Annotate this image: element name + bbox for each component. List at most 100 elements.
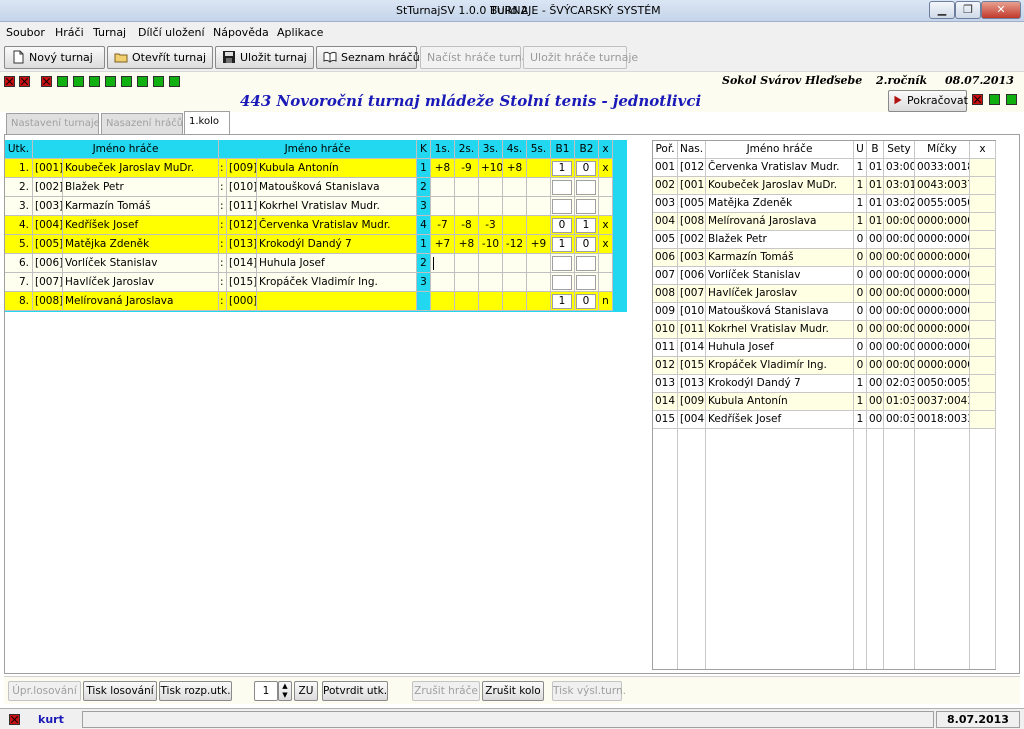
separator[interactable]: :: [219, 273, 227, 292]
match-row[interactable]: 6. [006] Vorlíček Stanislav: [014] Huhula Jo…: [5, 254, 627, 273]
menu-napoveda[interactable]: Nápověda: [213, 26, 269, 39]
player2-name[interactable]: Červenka Vratislav Mudr.: [257, 216, 417, 235]
save-tournament-players-button[interactable]: Uložit hráče turnaje: [523, 46, 638, 69]
adjust-draw-button[interactable]: Úpr.losování: [8, 681, 81, 701]
match-number[interactable]: 1.: [5, 159, 33, 178]
set-score-cell[interactable]: [455, 197, 479, 216]
player2-seed[interactable]: [014]: [227, 254, 257, 273]
maximize-icon[interactable]: ❐: [955, 1, 981, 19]
player2-seed[interactable]: [013]: [227, 235, 257, 254]
separator[interactable]: :: [219, 159, 227, 178]
standings-row[interactable]: 013 [013] Krokodýl Dandý 7 1 00 02:03 0050:005…: [653, 375, 997, 393]
player2-name[interactable]: [257, 292, 417, 311]
standings-row[interactable]: 014 [009] Kubula Antonín 1 00 01:03 0037:0043: [653, 393, 997, 411]
b1-points-box[interactable]: 0: [552, 218, 572, 233]
close-icon[interactable]: ✕: [981, 1, 1021, 19]
set-score-cell[interactable]: +10: [479, 159, 503, 178]
player-list-button[interactable]: Seznam hráčů: [316, 46, 420, 69]
standings-row[interactable]: 008 [007] Havlíček Jaroslav 0 00 00:00 0000:00…: [653, 285, 997, 303]
match-row[interactable]: 4. [004] Kedříšek Josef: [012] Červenka Vrat…: [5, 216, 627, 235]
set-score-cell[interactable]: [431, 178, 455, 197]
separator[interactable]: :: [219, 254, 227, 273]
standings-row[interactable]: 010 [011] Kokrhel Vratislav Mudr. 0 00 00:00 0…: [653, 321, 997, 339]
set-score-cell[interactable]: [431, 254, 455, 273]
match-row[interactable]: 5. [005] Matějka Zdeněk: [013] Krokodýl Dand…: [5, 235, 627, 254]
tab-tournament-settings[interactable]: Nastavení turnaje: [6, 113, 100, 134]
set-score-cell[interactable]: +8: [455, 235, 479, 254]
b1-points-box[interactable]: [552, 180, 572, 195]
b1-points-box[interactable]: [552, 275, 572, 290]
standings-row[interactable]: 007 [006] Vorlíček Stanislav 0 00 00:00 0000:0…: [653, 267, 997, 285]
chevron-up-icon[interactable]: ▲: [282, 682, 287, 690]
match-row[interactable]: 1. [001] Koubeček Jaroslav MuDr.: [009] Kubu…: [5, 159, 627, 178]
player2-seed[interactable]: [010]: [227, 178, 257, 197]
player2-seed[interactable]: [009]: [227, 159, 257, 178]
new-tournament-button[interactable]: Nový turnaj: [4, 46, 105, 69]
player1-name[interactable]: Melírovaná Jaroslava: [63, 292, 219, 311]
standings-row[interactable]: 003 [005] Matějka Zdeněk 1 01 03:02 0055:0050: [653, 195, 997, 213]
b1-points-box[interactable]: 1: [552, 294, 572, 309]
menu-aplikace[interactable]: Aplikace: [277, 26, 323, 39]
set-score-cell[interactable]: [479, 197, 503, 216]
player1-seed[interactable]: [003]: [33, 197, 63, 216]
match-number[interactable]: 4.: [5, 216, 33, 235]
set-score-cell[interactable]: [527, 159, 551, 178]
set-score-cell[interactable]: +7: [431, 235, 455, 254]
set-score-cell[interactable]: [503, 178, 527, 197]
separator[interactable]: :: [219, 216, 227, 235]
set-score-cell[interactable]: -10: [479, 235, 503, 254]
player1-name[interactable]: Vorlíček Stanislav: [63, 254, 219, 273]
continue-button[interactable]: Pokračovat: [888, 90, 968, 112]
set-score-cell[interactable]: [431, 292, 455, 311]
standings-row[interactable]: 006 [003] Karmazín Tomáš 0 00 00:00 0000:0000: [653, 249, 997, 267]
match-number[interactable]: 8.: [5, 292, 33, 311]
player2-name[interactable]: Huhula Josef: [257, 254, 417, 273]
set-score-cell[interactable]: [479, 292, 503, 311]
set-score-cell[interactable]: [527, 273, 551, 292]
menu-hraci[interactable]: Hráči: [55, 26, 84, 39]
print-draw-button[interactable]: Tisk losování: [83, 681, 157, 701]
player2-name[interactable]: Kubula Antonín: [257, 159, 417, 178]
player1-seed[interactable]: [001]: [33, 159, 63, 178]
minimize-icon[interactable]: ▁: [929, 1, 955, 19]
confirm-match-button[interactable]: Potvrdit utk.: [322, 681, 388, 701]
standings-row[interactable]: 011 [014] Huhula Josef 0 00 00:00 0000:0000: [653, 339, 997, 357]
player1-seed[interactable]: [004]: [33, 216, 63, 235]
standings-row[interactable]: 009 [010] Matoušková Stanislava 0 00 00:00 000…: [653, 303, 997, 321]
player2-name[interactable]: Matoušková Stanislava: [257, 178, 417, 197]
load-tournament-players-button[interactable]: Načíst hráče turnaje: [420, 46, 538, 69]
match-row[interactable]: 2. [002] Blažek Petr: [010] Matoušková Stani…: [5, 178, 627, 197]
b2-points-box[interactable]: 1: [576, 218, 596, 233]
b2-points-box[interactable]: [576, 199, 596, 214]
set-score-cell[interactable]: [503, 254, 527, 273]
open-tournament-button[interactable]: Otevřít turnaj: [107, 46, 213, 69]
set-score-cell[interactable]: -7: [431, 216, 455, 235]
player1-seed[interactable]: [007]: [33, 273, 63, 292]
save-tournament-button[interactable]: Uložit turnaj: [215, 46, 314, 69]
match-row[interactable]: 3. [003] Karmazín Tomáš: [011] Kokrhel Vrati…: [5, 197, 627, 216]
player2-name[interactable]: Kokrhel Vratislav Mudr.: [257, 197, 417, 216]
set-score-cell[interactable]: [527, 254, 551, 273]
print-results-button[interactable]: Tisk výsl.turn.: [552, 681, 626, 701]
standings-row[interactable]: 001 [012] Červenka Vratislav Mudr. 1 01 03:00…: [653, 159, 997, 177]
b1-points-box[interactable]: 1: [552, 161, 572, 176]
standings-row[interactable]: 015 [004] Kedříšek Josef 1 00 00:03 0018:0033: [653, 411, 997, 429]
player2-seed[interactable]: [012]: [227, 216, 257, 235]
separator[interactable]: :: [219, 178, 227, 197]
player1-seed[interactable]: [008]: [33, 292, 63, 311]
standings-row[interactable]: 012 [015] Kropáček Vladimír Ing. 0 00 00:00 00…: [653, 357, 997, 375]
player2-seed[interactable]: [015]: [227, 273, 257, 292]
standings-row[interactable]: 005 [002] Blažek Petr 0 00 00:00 0000:0000: [653, 231, 997, 249]
zu-button[interactable]: ZU: [294, 681, 318, 701]
set-score-cell[interactable]: [455, 254, 479, 273]
player2-name[interactable]: Kropáček Vladimír Ing.: [257, 273, 417, 292]
menu-dilci-ulozeni[interactable]: Dílčí uložení: [138, 26, 205, 39]
set-score-cell[interactable]: [527, 178, 551, 197]
tab-round-1[interactable]: 1.kolo: [184, 111, 230, 135]
match-number[interactable]: 6.: [5, 254, 33, 273]
set-score-cell[interactable]: [479, 178, 503, 197]
menu-turnaj[interactable]: Turnaj: [93, 26, 126, 39]
player1-seed[interactable]: [006]: [33, 254, 63, 273]
set-score-cell[interactable]: [503, 197, 527, 216]
match-number[interactable]: 3.: [5, 197, 33, 216]
